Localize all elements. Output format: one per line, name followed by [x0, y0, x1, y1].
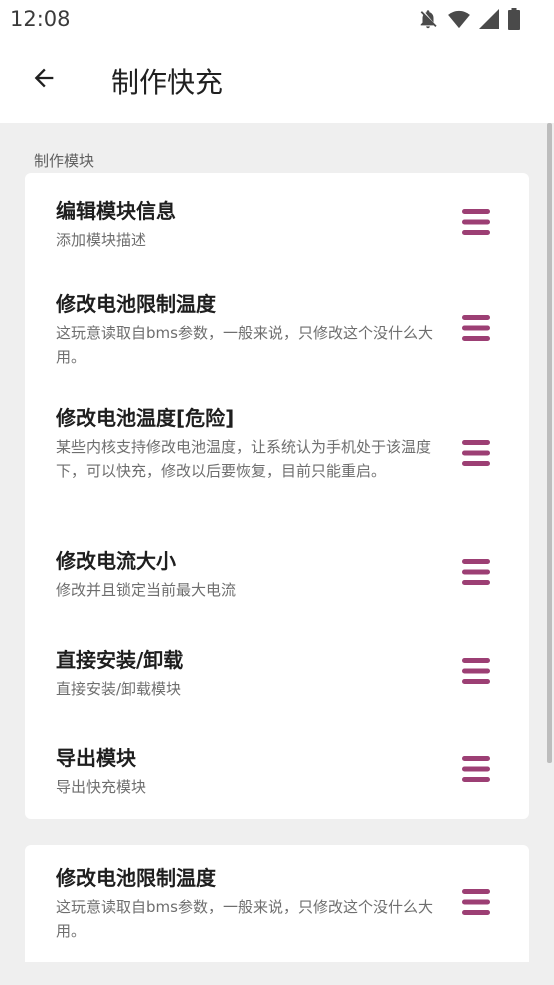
- item-title: 编辑模块信息: [56, 199, 176, 223]
- item-description: 这玩意读取自bms参数，一般来说，只修改这个没什么大用。: [56, 324, 433, 366]
- list-item-battery-limit-temp-2[interactable]: 修改电池限制温度 这玩意读取自bms参数，一般来说，只修改这个没什么大用。: [25, 862, 529, 952]
- content-area[interactable]: 制作模块 编辑模块信息 添加模块描述 修改电池限制温度 这玩意读取自bms参数，…: [0, 123, 554, 985]
- menu-icon: [462, 440, 490, 470]
- notifications-off-icon: [417, 8, 439, 30]
- item-title: 修改电池限制温度: [56, 292, 216, 316]
- item-description: 添加模块描述: [56, 231, 147, 249]
- list-item-export-module[interactable]: 导出模块 导出快充模块: [25, 742, 529, 822]
- item-menu-button[interactable]: [457, 559, 495, 589]
- item-title: 导出模块: [56, 746, 136, 770]
- status-bar: 12:08: [0, 0, 554, 40]
- list-item-battery-temp-danger[interactable]: 修改电池温度[危险] 某些内核支持修改电池温度，让系统认为手机处于该温度下，可以…: [25, 402, 529, 517]
- item-menu-button[interactable]: [457, 209, 495, 239]
- item-menu-button[interactable]: [457, 658, 495, 688]
- item-title: 直接安装/卸载: [56, 648, 184, 672]
- item-menu-button[interactable]: [457, 756, 495, 786]
- list-item-edit-info[interactable]: 编辑模块信息 添加模块描述: [25, 195, 529, 275]
- back-button[interactable]: [24, 60, 64, 100]
- page-title: 制作快充: [111, 66, 224, 99]
- list-item-battery-limit-temp[interactable]: 修改电池限制温度 这玩意读取自bms参数，一般来说，只修改这个没什么大用。: [25, 288, 529, 378]
- item-title: 修改电池温度[危险]: [56, 406, 235, 430]
- menu-icon: [462, 756, 490, 786]
- item-menu-button[interactable]: [457, 315, 495, 345]
- menu-icon: [462, 559, 490, 589]
- app-bar: 制作快充: [0, 40, 554, 123]
- item-menu-button[interactable]: [457, 889, 495, 919]
- item-description: 修改并且锁定当前最大电流: [56, 581, 237, 599]
- scrollbar[interactable]: [547, 123, 552, 763]
- battery-icon: [508, 8, 520, 30]
- item-description: 这玩意读取自bms参数，一般来说，只修改这个没什么大用。: [56, 898, 433, 940]
- menu-icon: [462, 658, 490, 688]
- menu-icon: [462, 209, 490, 239]
- list-item-install-uninstall[interactable]: 直接安装/卸载 直接安装/卸载模块: [25, 644, 529, 724]
- list-item-current-size[interactable]: 修改电流大小 修改并且锁定当前最大电流: [25, 545, 529, 625]
- item-title: 修改电流大小: [56, 549, 176, 573]
- signal-icon: [479, 9, 499, 29]
- item-description: 某些内核支持修改电池温度，让系统认为手机处于该温度下，可以快充，修改以后要恢复，…: [56, 438, 432, 480]
- item-title: 修改电池限制温度: [56, 866, 216, 890]
- item-description: 导出快充模块: [56, 778, 147, 796]
- module-card: 编辑模块信息 添加模块描述 修改电池限制温度 这玩意读取自bms参数，一般来说，…: [25, 173, 529, 819]
- battery-limit-temp-card: 修改电池限制温度 这玩意读取自bms参数，一般来说，只修改这个没什么大用。: [25, 845, 529, 975]
- wifi-icon: [448, 9, 470, 29]
- status-time: 12:08: [10, 7, 71, 31]
- menu-icon: [462, 889, 490, 919]
- arrow-left-icon: [30, 64, 58, 96]
- section-title: 制作模块: [34, 152, 95, 170]
- item-description: 直接安装/卸载模块: [56, 680, 182, 698]
- item-menu-button[interactable]: [457, 440, 495, 470]
- status-icons: [417, 8, 520, 30]
- bottom-edge: [0, 962, 554, 985]
- menu-icon: [462, 315, 490, 345]
